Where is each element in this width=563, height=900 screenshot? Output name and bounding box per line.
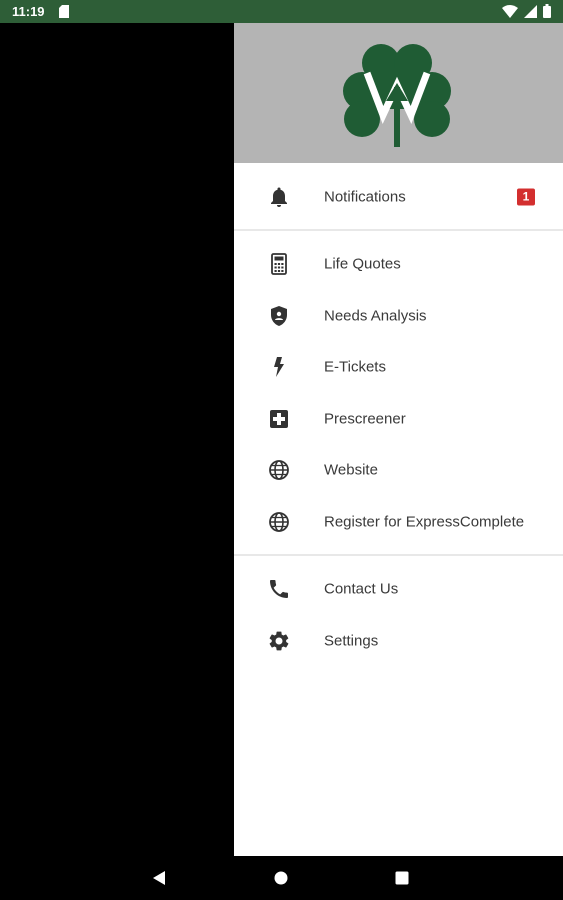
gear-icon <box>269 631 289 651</box>
shamrock-arrow-logo <box>343 44 451 147</box>
menu-item-contact-us[interactable]: Contact Us <box>234 564 563 614</box>
menu-label-needs-analysis: Needs Analysis <box>324 307 427 325</box>
menu-label-life-quotes: Life Quotes <box>324 255 401 273</box>
system-nav-bar <box>0 856 563 900</box>
menu-item-website[interactable]: Website <box>234 445 563 495</box>
menu-label-e-tickets: E-Tickets <box>324 358 386 376</box>
menu-item-register-expresscomplete[interactable]: Register for ExpressComplete <box>234 497 563 547</box>
notification-count-badge: 1 <box>517 188 535 206</box>
divider-top <box>234 229 563 231</box>
recents-button[interactable] <box>395 871 409 885</box>
medical-cross-icon <box>270 410 288 428</box>
bell-icon <box>271 187 287 207</box>
shield-icon <box>271 306 287 326</box>
drawer-header <box>234 23 563 163</box>
back-button[interactable] <box>151 870 167 886</box>
calculator-icon <box>271 253 287 275</box>
menu-label-settings: Settings <box>324 632 379 650</box>
menu-label-register-expresscomplete: Register for ExpressComplete <box>324 513 525 531</box>
menu-item-e-tickets[interactable]: E-Tickets <box>234 342 563 392</box>
menu-item-settings[interactable]: Settings <box>234 616 563 666</box>
menu-item-needs-analysis[interactable]: Needs Analysis <box>234 291 563 341</box>
menu-label-prescreener: Prescreener <box>324 410 406 428</box>
status-icons <box>502 4 551 18</box>
globe-icon <box>269 512 289 532</box>
menu-label-website: Website <box>324 461 378 479</box>
signal-icon <box>524 4 537 18</box>
globe-icon <box>269 460 289 480</box>
status-time: 11:19 <box>12 4 45 19</box>
home-button[interactable] <box>274 871 288 885</box>
menu-item-prescreener[interactable]: Prescreener <box>234 394 563 444</box>
menu-label-contact-us: Contact Us <box>324 580 399 598</box>
sd-card-icon <box>59 5 69 18</box>
menu-label-notifications: Notifications <box>324 188 406 206</box>
menu-item-notifications[interactable]: Notifications 1 <box>234 172 563 222</box>
lightning-icon <box>274 357 284 377</box>
battery-icon <box>543 4 551 18</box>
phone-icon <box>270 580 288 598</box>
divider-bottom <box>234 554 563 556</box>
menu-item-life-quotes[interactable]: Life Quotes <box>234 239 563 289</box>
status-bar: 11:19 <box>0 0 563 23</box>
navigation-drawer: Notifications 1 Life Quotes Needs Analys… <box>234 23 563 856</box>
wifi-icon <box>502 4 518 18</box>
